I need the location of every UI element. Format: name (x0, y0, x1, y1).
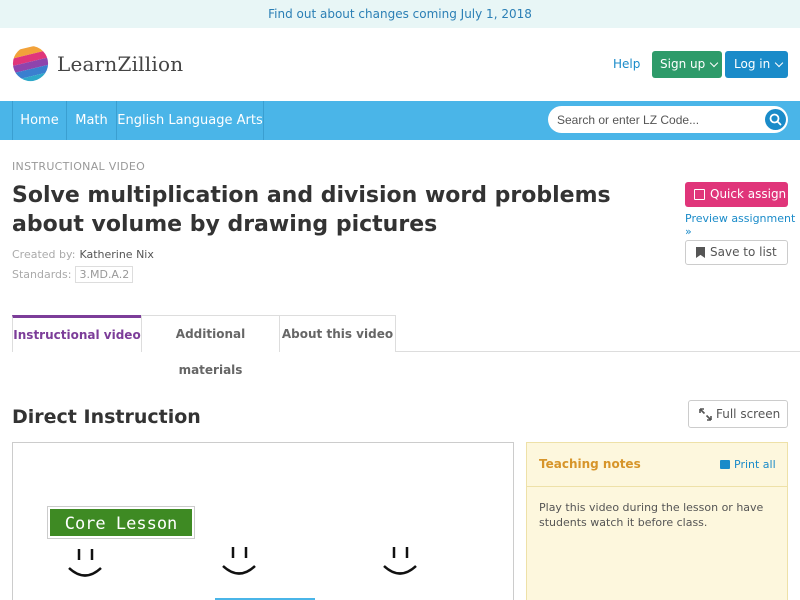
sign-up-label: Sign up (660, 57, 706, 71)
share-icon (694, 189, 705, 200)
search-icon (769, 113, 782, 126)
nav-item-math[interactable]: Math (67, 101, 117, 140)
section-title: Direct Instruction (12, 406, 201, 428)
site-header: LearnZillion Help Sign up Log in (0, 28, 800, 101)
smiley-face-icon (222, 547, 256, 575)
search-button[interactable] (765, 109, 786, 130)
sign-up-button[interactable]: Sign up (652, 51, 722, 78)
expand-icon (699, 408, 712, 421)
notes-divider (527, 486, 787, 487)
brand-name: LearnZillion (57, 51, 184, 76)
print-all-button[interactable]: Print all (720, 458, 776, 471)
search-input[interactable] (557, 106, 757, 133)
author-name: Katherine Nix (79, 248, 154, 261)
announcement-bar[interactable]: Find out about changes coming July 1, 20… (0, 0, 800, 28)
bookmark-icon (696, 247, 705, 258)
core-lesson-badge: Core Lesson (48, 507, 194, 538)
content-type-label: INSTRUCTIONAL VIDEO (12, 160, 146, 173)
announcement-link[interactable]: Find out about changes coming July 1, 20… (268, 7, 532, 21)
quick-assign-label: Quick assign (710, 187, 787, 201)
teaching-notes-title: Teaching notes (539, 457, 641, 471)
standards: Standards: 3.MD.A.2 (12, 266, 134, 283)
nav-item-home[interactable]: Home (12, 101, 67, 140)
printer-icon (720, 460, 730, 469)
log-in-label: Log in (734, 57, 771, 71)
save-to-list-button[interactable]: Save to list (685, 240, 788, 265)
standard-tag[interactable]: 3.MD.A.2 (75, 266, 134, 283)
smiley-face-icon (383, 547, 417, 575)
help-link[interactable]: Help (613, 57, 640, 71)
created-by-label: Created by: (12, 248, 76, 261)
preview-assignment-link[interactable]: Preview assignment » (685, 212, 800, 238)
nav-item-english-language-arts[interactable]: English Language Arts (117, 101, 264, 140)
tab-additional-materials[interactable]: Additional materials (141, 315, 280, 377)
print-all-label: Print all (734, 458, 776, 471)
chevron-down-icon (774, 58, 784, 68)
tab-about-this-video[interactable]: About this video (279, 315, 396, 352)
tab-instructional-video[interactable]: Instructional video (12, 315, 142, 352)
standards-label: Standards: (12, 268, 72, 281)
save-to-list-label: Save to list (710, 245, 777, 259)
video-player[interactable]: Core Lesson (12, 442, 514, 600)
brand-logo[interactable]: LearnZillion (12, 45, 183, 82)
page-title: Solve multiplication and division word p… (12, 183, 611, 237)
chevron-down-icon (709, 58, 719, 68)
search-box (548, 106, 788, 133)
teaching-notes-panel: Teaching notes Print all Play this video… (526, 442, 788, 600)
quick-assign-button[interactable]: Quick assign (685, 182, 788, 207)
log-in-button[interactable]: Log in (725, 51, 788, 78)
full-screen-button[interactable]: Full screen (688, 400, 788, 428)
full-screen-label: Full screen (716, 407, 781, 421)
logo-icon (12, 45, 49, 82)
teaching-notes-text: Play this video during the lesson or hav… (539, 501, 764, 529)
created-by: Created by: Katherine Nix (12, 248, 154, 261)
smiley-face-icon (68, 549, 102, 577)
